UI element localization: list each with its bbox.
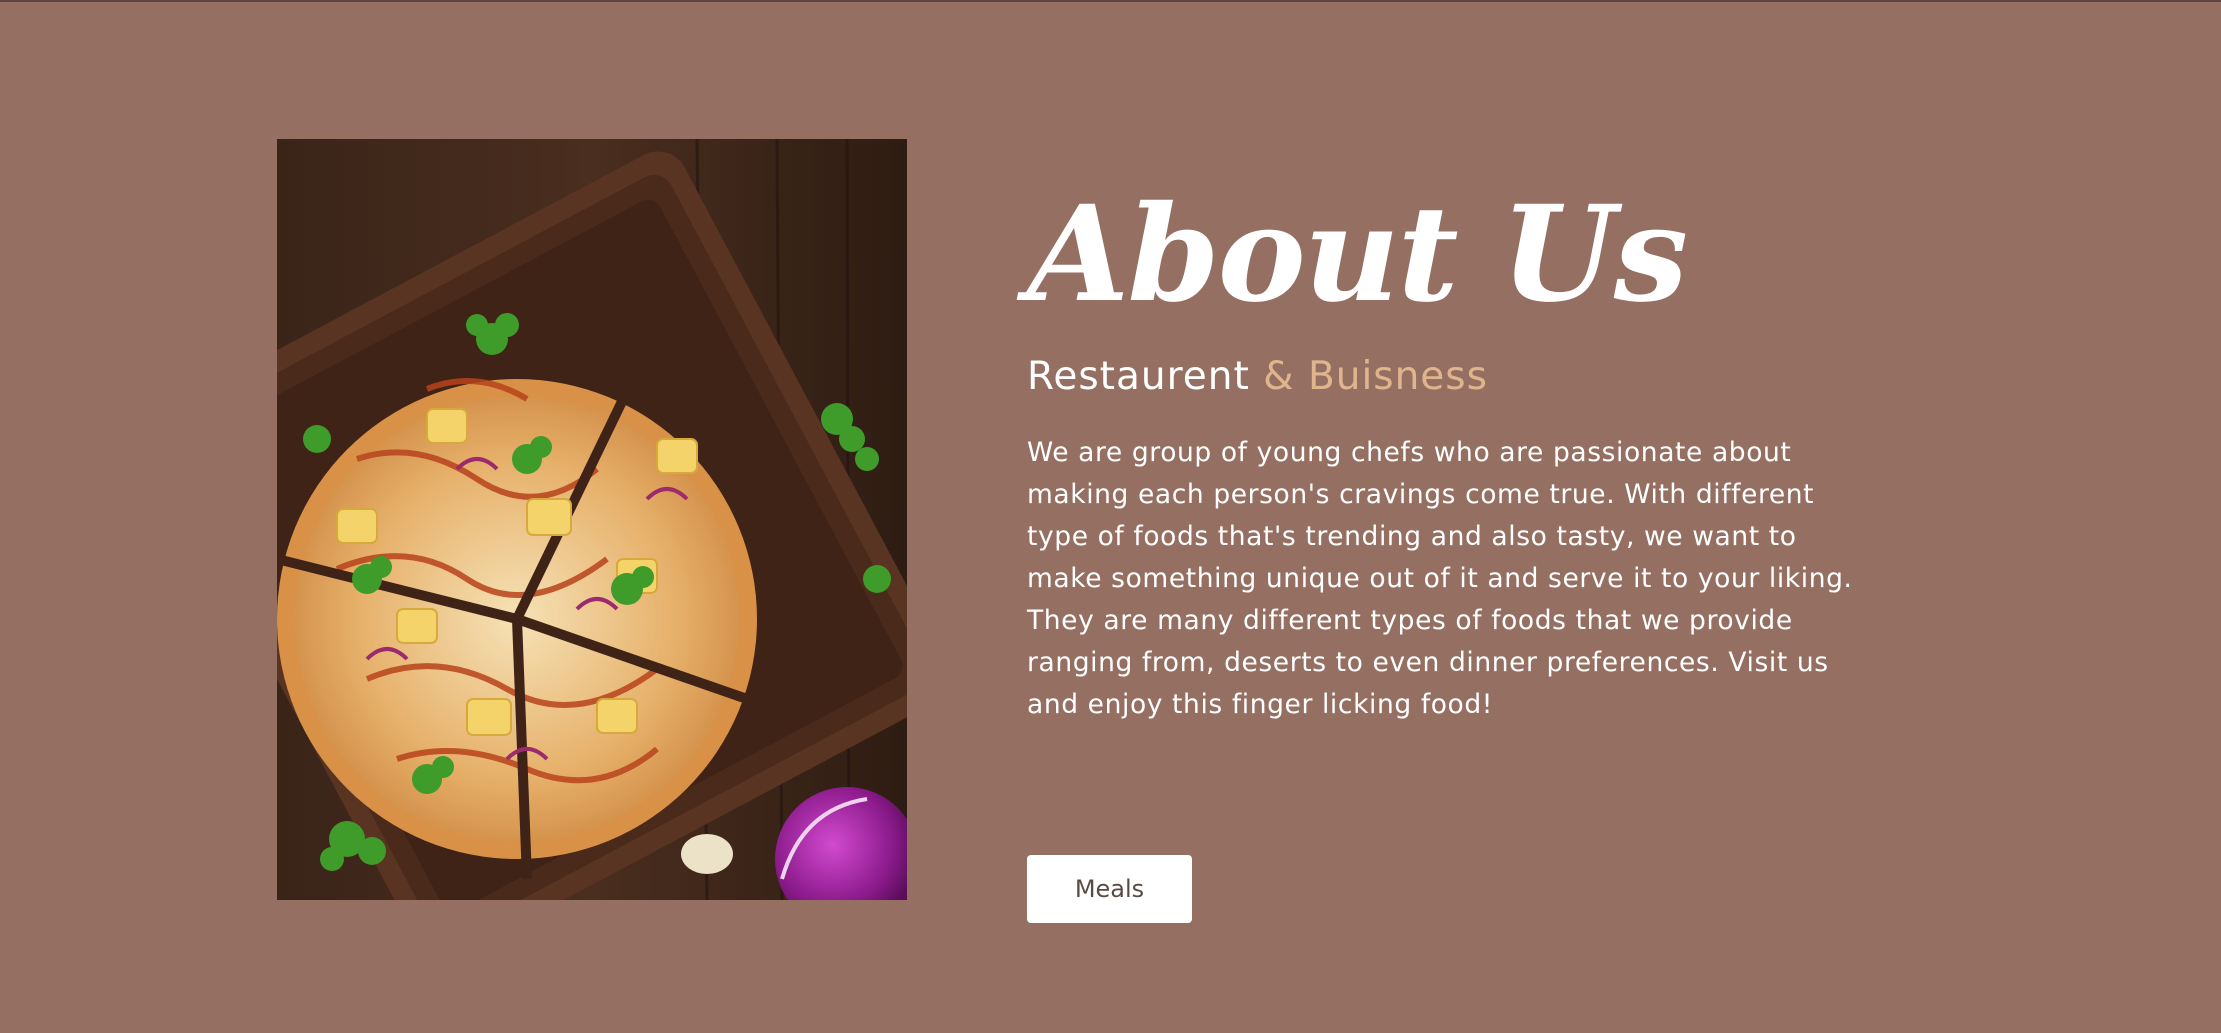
pizza-photo — [277, 139, 907, 900]
subtitle-accent: & Buisness — [1263, 354, 1488, 399]
about-subtitle: Restaurent & Buisness — [1027, 352, 1867, 402]
subtitle-main: Restaurent — [1027, 354, 1250, 399]
about-section: About Us Restaurent & Buisness We are gr… — [0, 0, 2221, 1033]
about-description: We are group of young chefs who are pass… — [1027, 437, 1853, 720]
meals-button[interactable]: Meals — [1027, 855, 1192, 923]
top-divider — [0, 0, 2221, 2]
about-content: About Us Restaurent & Buisness We are gr… — [1027, 180, 1867, 726]
about-title: About Us — [1027, 177, 1688, 332]
